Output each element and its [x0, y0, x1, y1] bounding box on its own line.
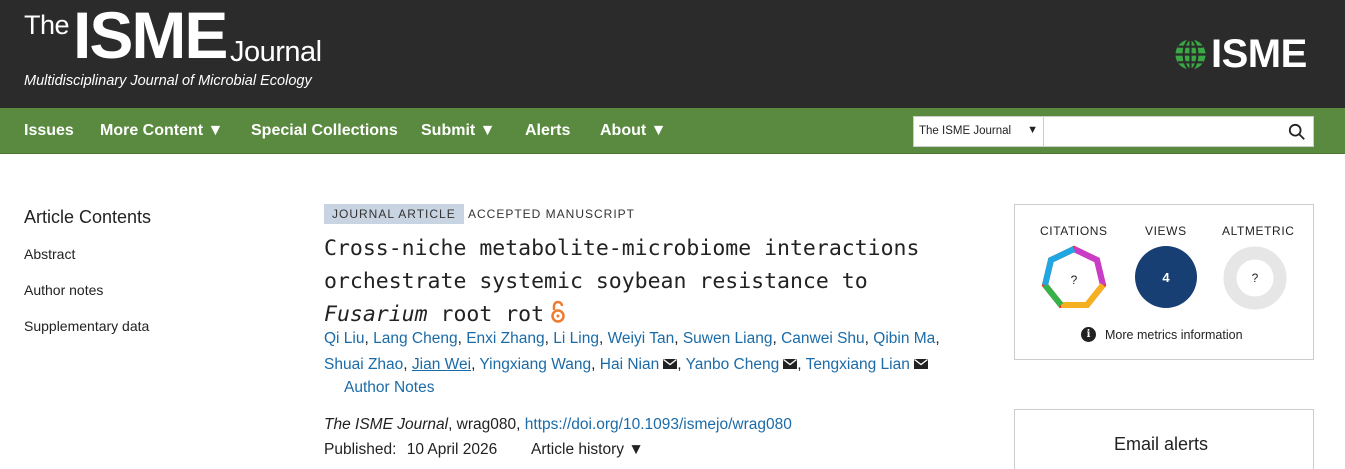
nav-alerts[interactable]: Alerts [525, 122, 570, 140]
altmetric-donut[interactable]: ? [1222, 245, 1288, 311]
nav-about[interactable]: About ▼ [600, 122, 666, 140]
author-link[interactable]: Li Ling [553, 330, 599, 347]
open-access-icon [551, 300, 565, 323]
author-notes-link[interactable]: Author Notes [344, 379, 434, 397]
site-header: The ISME Journal Multidisciplinary Journ… [0, 0, 1345, 108]
title-line-2: orchestrate systemic soybean resistance … [324, 269, 868, 294]
mail-icon[interactable] [783, 359, 798, 369]
metrics-panel: CITATIONS VIEWS ALTMETRIC ? 4 ? i More m… [1014, 204, 1314, 360]
logo-isme: ISME [73, 0, 228, 72]
author-link[interactable]: Qi Liu [324, 330, 365, 347]
search-scope-select[interactable]: The ISME Journal ▼ [913, 116, 1044, 147]
logo-journal: Journal [230, 36, 322, 68]
article-history-toggle[interactable]: Article history ▼ [531, 441, 644, 459]
info-icon: i [1081, 327, 1096, 342]
author-link[interactable]: Suwen Liang [683, 330, 773, 347]
author-link[interactable]: Yingxiang Wang [479, 356, 591, 373]
title-line-1: Cross-niche metabolite-microbiome intera… [324, 236, 920, 261]
author-list: Qi Liu, Lang Cheng, Enxi Zhang, Li Ling,… [324, 330, 940, 373]
title-end: root rot [427, 302, 545, 327]
author-link[interactable]: Weiyi Tan [608, 330, 675, 347]
search-icon[interactable] [1288, 123, 1306, 141]
author-link[interactable]: Canwei Shu [781, 330, 865, 347]
article-type-badge: JOURNAL ARTICLE [324, 204, 464, 224]
globe-icon [1175, 37, 1206, 71]
toc-link-abstract[interactable]: Abstract [24, 246, 75, 262]
email-alerts-title: Email alerts [1114, 434, 1209, 454]
isme-brand-text: ISME [1211, 32, 1307, 76]
citation-line: The ISME Journal, wrag080, https://doi.o… [324, 416, 792, 434]
author-link[interactable]: Tengxiang Lian [806, 356, 910, 373]
article-title: Cross-niche metabolite-microbiome intera… [324, 232, 944, 331]
email-alerts-panel: Email alerts [1014, 409, 1314, 469]
mail-icon[interactable] [663, 359, 678, 369]
citations-badge[interactable]: ? [1040, 245, 1108, 313]
nav-issues[interactable]: Issues [24, 122, 74, 140]
nav-more-content[interactable]: More Content ▼ [100, 122, 223, 140]
altmetric-value: ? [1252, 271, 1259, 285]
journal-name: The ISME Journal [324, 416, 449, 433]
citations-value: ? [1071, 273, 1078, 287]
published-date: 10 April 2026 [406, 441, 498, 458]
more-metrics-link[interactable]: i More metrics information [1081, 327, 1243, 342]
author-link[interactable]: Hai Nian [600, 356, 659, 373]
article-contents-title: Article Contents [24, 207, 152, 227]
nav-special-collections[interactable]: Special Collections [251, 122, 398, 140]
toc-link-author-notes[interactable]: Author notes [24, 282, 103, 298]
views-value: 4 [1162, 270, 1170, 285]
author-link[interactable]: Enxi Zhang [466, 330, 544, 347]
article-status: ACCEPTED MANUSCRIPT [468, 207, 636, 221]
isme-society-logo[interactable]: ISME [1174, 34, 1307, 74]
title-italic: Fusarium [324, 302, 428, 327]
more-metrics-label: More metrics information [1105, 327, 1243, 342]
author-link[interactable]: Shuai Zhao [324, 356, 403, 373]
author-link[interactable]: Lang Cheng [373, 330, 457, 347]
published-label: Published: [324, 441, 397, 458]
logo-the: The [24, 10, 70, 40]
author-link[interactable]: Yanbo Cheng [686, 356, 780, 373]
mail-icon[interactable] [913, 359, 928, 369]
article-id: , wrag080, [448, 416, 525, 433]
views-label: VIEWS [1145, 224, 1187, 238]
citations-label: CITATIONS [1040, 224, 1108, 238]
author-link[interactable]: Qibin Ma [873, 330, 935, 347]
doi-link[interactable]: https://doi.org/10.1093/ismejo/wrag080 [525, 416, 792, 433]
views-badge[interactable]: 4 [1134, 245, 1198, 309]
search-input[interactable] [1044, 116, 1314, 147]
search-scope-value: The ISME Journal [919, 125, 1012, 137]
nav-submit[interactable]: Submit ▼ [421, 122, 496, 140]
caret-down-icon: ▼ [1027, 124, 1038, 136]
altmetric-label: ALTMETRIC [1222, 224, 1295, 238]
author-link[interactable]: Jian Wei [412, 356, 471, 373]
main-nav: Issues More Content ▼ Special Collection… [0, 108, 1345, 154]
published-line: Published: 10 April 2026 [324, 441, 497, 459]
logo-subtitle: Multidisciplinary Journal of Microbial E… [24, 73, 312, 89]
toc-link-supplementary[interactable]: Supplementary data [24, 318, 149, 334]
